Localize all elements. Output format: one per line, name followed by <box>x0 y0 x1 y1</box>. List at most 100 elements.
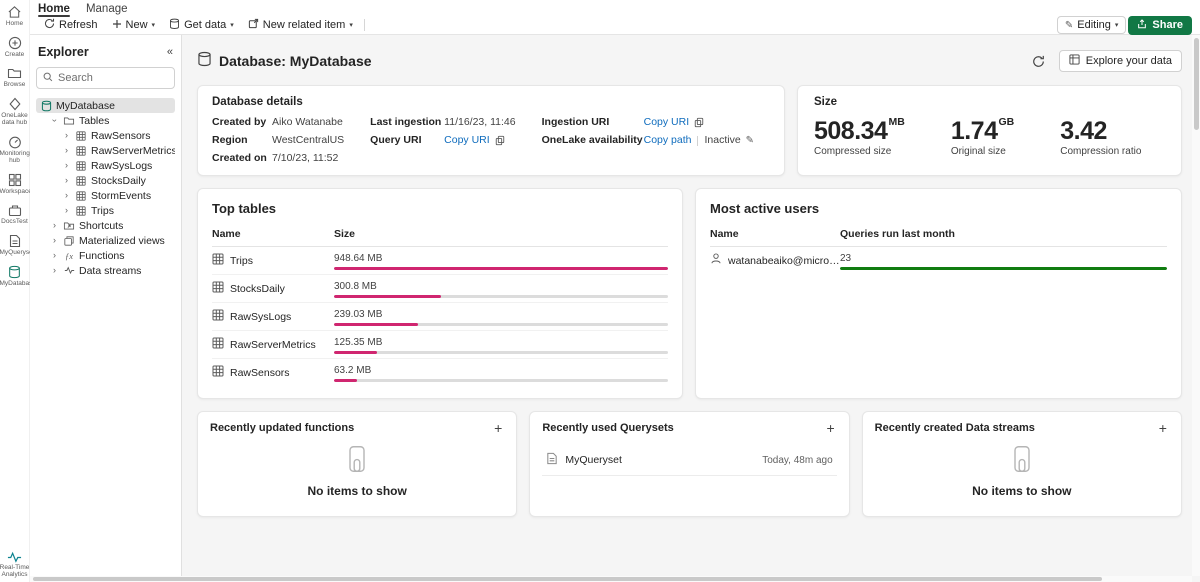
size-card: Size 508.34MB Compressed size 1.74GB Ori… <box>797 85 1182 176</box>
empty-state-text: No items to show <box>972 484 1071 498</box>
edit-pencil-icon[interactable]: ✎ <box>746 134 754 147</box>
tree-item-table[interactable]: › Trips <box>36 203 175 218</box>
tab-manage[interactable]: Manage <box>86 3 128 16</box>
add-datastream-button[interactable]: + <box>1157 421 1169 435</box>
explore-your-data-button[interactable]: Explore your data <box>1059 50 1182 72</box>
copy-icon[interactable] <box>694 117 704 128</box>
field-value: Aiko Watanabe <box>272 116 343 129</box>
tree-item-table[interactable]: › RawSysLogs <box>36 158 175 173</box>
chevron-expanded-icon[interactable]: › <box>50 116 59 125</box>
table-icon <box>75 131 87 141</box>
metric-compression-ratio: 3.42 Compression ratio <box>1060 118 1141 157</box>
chevron-collapsed-icon[interactable]: › <box>50 236 59 245</box>
table-row[interactable]: StocksDaily 300.8 MB <box>212 275 668 303</box>
tree-item-table[interactable]: › StocksDaily <box>36 173 175 188</box>
refresh-icon <box>44 18 55 32</box>
tree-item-table[interactable]: › StormEvents <box>36 188 175 203</box>
chevron-collapsed-icon[interactable]: › <box>50 221 59 230</box>
chevron-collapsed-icon[interactable]: › <box>62 131 71 140</box>
table-row[interactable]: Trips 948.64 MB <box>212 247 668 275</box>
queries-bar-fill <box>840 267 1167 270</box>
database-details-card: Database details Created byAiko Watanabe… <box>197 85 785 176</box>
empty-state-icon <box>1010 445 1034 478</box>
copy-ingestion-uri-link[interactable]: Copy URI <box>644 116 690 129</box>
tree-item-functions[interactable]: › ƒx Functions <box>36 248 175 263</box>
tab-home[interactable]: Home <box>38 3 70 16</box>
get-data-button[interactable]: Get data ▾ <box>163 16 240 35</box>
search-box[interactable] <box>36 67 175 89</box>
copy-query-uri-link[interactable]: Copy URI <box>444 134 490 147</box>
new-related-item-button[interactable]: New related item ▾ <box>242 16 359 34</box>
table-icon <box>212 280 224 298</box>
rail-item-docstest[interactable]: DocsTest <box>0 204 30 225</box>
page-title: Database: MyDatabase <box>219 53 372 69</box>
table-icon <box>212 364 224 382</box>
horizontal-scrollbar-thumb[interactable] <box>33 577 1102 581</box>
table-size: 300.8 MB <box>334 281 668 292</box>
table-row[interactable]: RawServerMetrics 125.35 MB <box>212 331 668 359</box>
chevron-collapsed-icon[interactable]: › <box>62 176 71 185</box>
workspace-icon <box>8 204 22 217</box>
queryset-name: MyQueryset <box>565 454 622 466</box>
rail-item-myqueryset[interactable]: MyQueryset <box>0 234 30 256</box>
user-row[interactable]: watanabeaiko@microsoft.com 23 <box>710 247 1167 274</box>
chevron-collapsed-icon[interactable]: › <box>62 206 71 215</box>
tree-item-table[interactable]: › RawServerMetrics <box>36 143 175 158</box>
table-row[interactable]: RawSysLogs 239.03 MB <box>212 303 668 331</box>
add-function-button[interactable]: + <box>492 421 504 435</box>
editing-dropdown[interactable]: ✎ Editing ▾ <box>1057 16 1127 34</box>
create-icon <box>8 36 22 50</box>
share-button[interactable]: Share <box>1128 16 1192 35</box>
tree-item-mydatabase[interactable]: MyDatabase <box>36 98 175 113</box>
chevron-collapsed-icon[interactable]: › <box>50 266 59 275</box>
collapse-panel-icon[interactable]: « <box>167 46 173 58</box>
rail-item-browse[interactable]: Browse <box>0 67 30 88</box>
chevron-collapsed-icon[interactable]: › <box>62 191 71 200</box>
field-label: OneLake availability <box>542 134 644 147</box>
rail-item-onelake-data-hub[interactable]: OneLake data hub <box>0 97 30 126</box>
horizontal-scrollbar[interactable] <box>30 576 1192 582</box>
tree-item-tables[interactable]: › Tables <box>36 113 175 128</box>
copy-path-link[interactable]: Copy path <box>644 134 692 147</box>
rail-item-label: DocsTest <box>1 218 28 225</box>
rail-item-workspaces[interactable]: Workspaces <box>0 173 30 195</box>
field-label: Created on <box>212 152 272 165</box>
tree-item-data-streams[interactable]: › Data streams <box>36 263 175 278</box>
tree-item-materialized-views[interactable]: › Materialized views <box>36 233 175 248</box>
tree-item-label: RawServerMetrics <box>91 145 175 157</box>
chevron-down-icon: ▾ <box>349 22 353 29</box>
table-row[interactable]: RawSensors 63.2 MB <box>212 359 668 386</box>
metric-value: 508.34 <box>814 117 887 145</box>
empty-state: No items to show <box>875 435 1169 507</box>
rail-item-mydatabase[interactable]: MyDatabase <box>0 265 30 287</box>
chevron-collapsed-icon[interactable]: › <box>62 146 71 155</box>
refresh-label: Refresh <box>59 19 98 31</box>
rail-item-create[interactable]: Create <box>0 36 30 58</box>
size-bar-track <box>334 379 668 382</box>
copy-icon[interactable] <box>495 135 505 146</box>
vertical-scrollbar[interactable] <box>1192 35 1200 576</box>
refresh-page-button[interactable] <box>1027 50 1051 72</box>
chevron-collapsed-icon[interactable]: › <box>50 251 59 260</box>
rail-item-home[interactable]: Home <box>0 5 30 27</box>
field-label: Last ingestion <box>370 116 444 129</box>
tree-item-table[interactable]: › RawSensors <box>36 128 175 143</box>
size-bar-fill <box>334 379 357 382</box>
queryset-time: Today, 48m ago <box>762 455 832 466</box>
add-queryset-button[interactable]: + <box>824 421 836 435</box>
refresh-button[interactable]: Refresh <box>38 16 104 34</box>
rail-item-monitoring-hub[interactable]: Monitoring hub <box>0 135 30 164</box>
chevron-collapsed-icon[interactable]: › <box>62 161 71 170</box>
new-button[interactable]: New ▾ <box>106 17 162 34</box>
explore-data-icon <box>1069 54 1080 68</box>
search-input[interactable] <box>58 72 168 84</box>
queryset-list-item[interactable]: MyQueryset Today, 48m ago <box>542 445 836 476</box>
explore-your-data-label: Explore your data <box>1086 55 1172 67</box>
rail-item-realtime-analytics[interactable]: Real-Time Analytics <box>0 551 30 578</box>
app-root: Home Create Browse OneLake data hub Moni… <box>0 0 1200 582</box>
recent-functions-panel: Recently updated functions + No items to… <box>197 411 517 517</box>
tree-item-shortcuts[interactable]: › Shortcuts <box>36 218 175 233</box>
vertical-scrollbar-thumb[interactable] <box>1194 38 1199 130</box>
explorer-title: Explorer <box>38 45 89 59</box>
field-value: WestCentralUS <box>272 134 344 147</box>
